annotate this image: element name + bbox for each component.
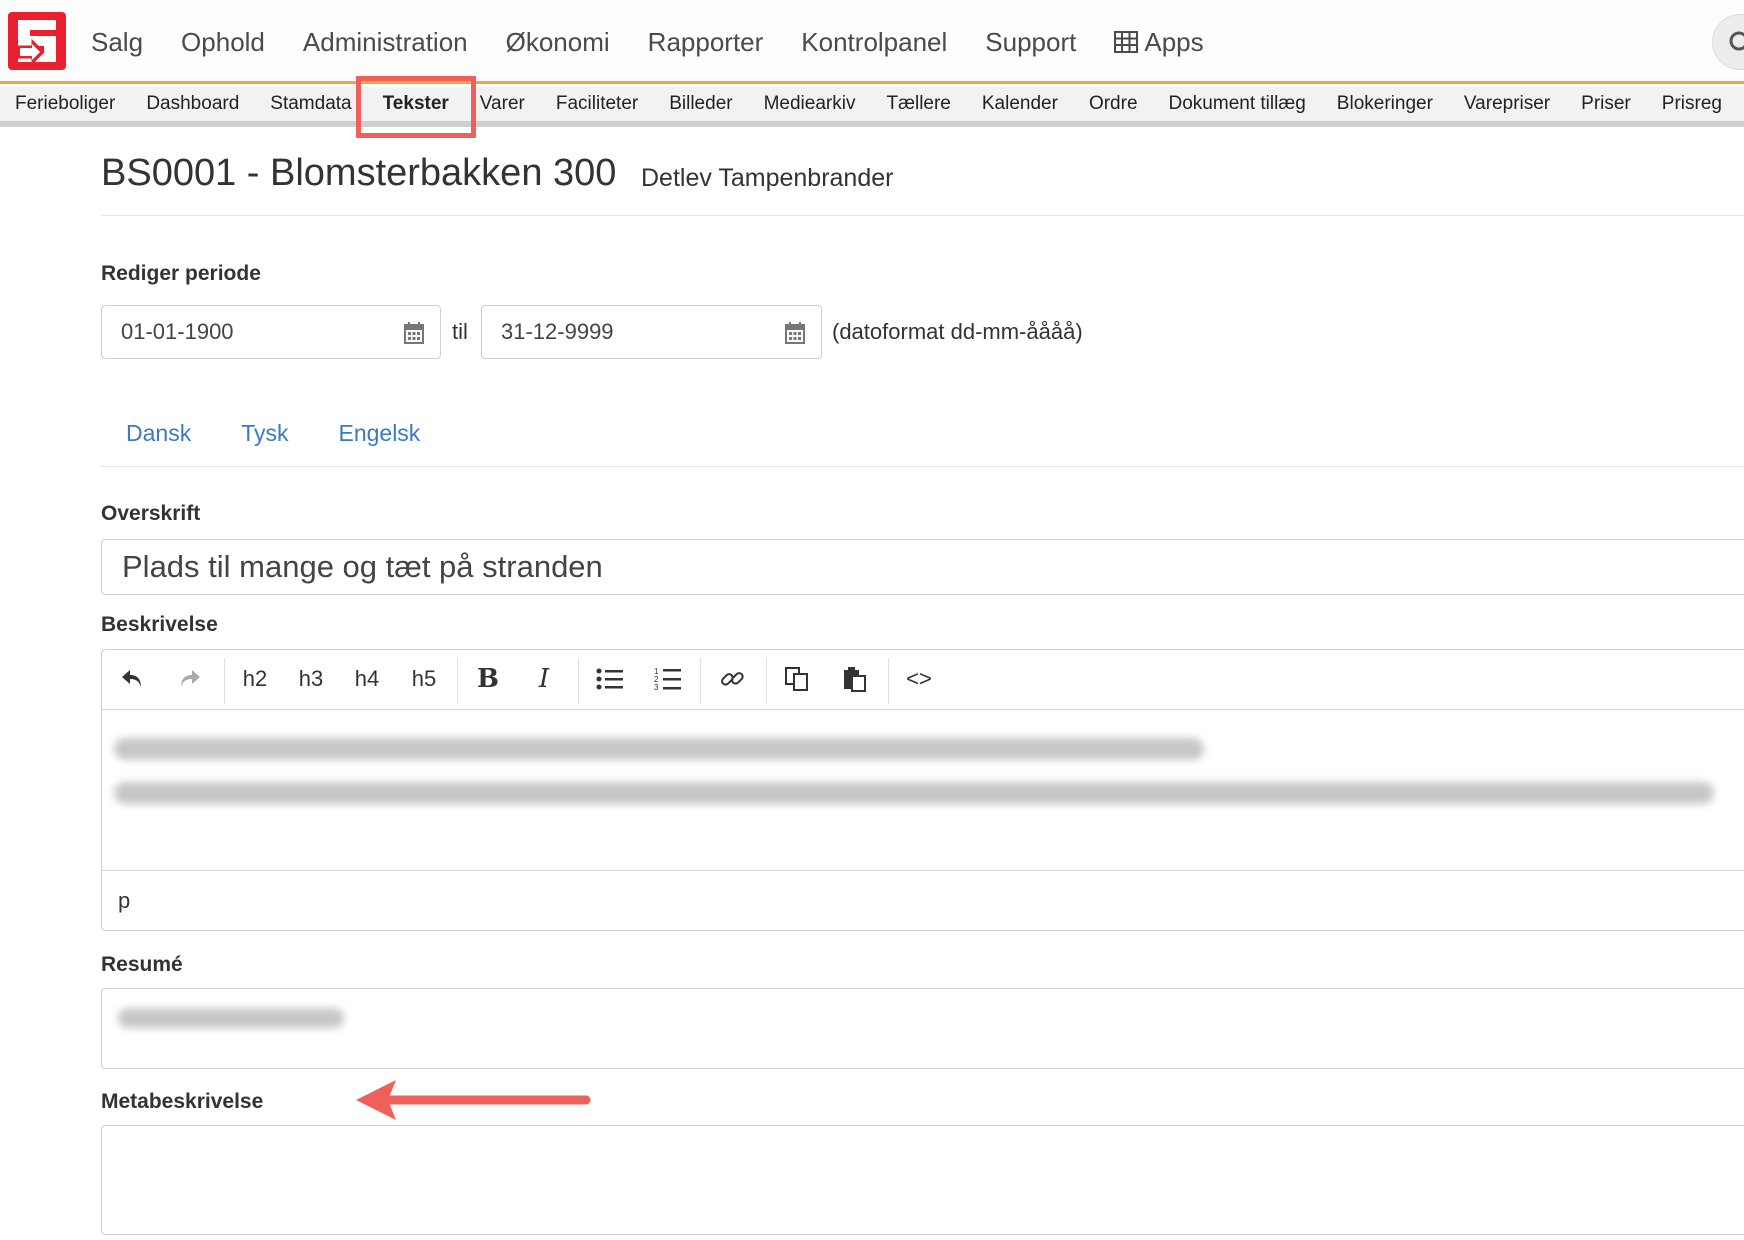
- redo-button[interactable]: [170, 664, 210, 694]
- toolbar-divider: [700, 658, 701, 704]
- numbered-list-icon: 123: [654, 667, 681, 692]
- date-from-value: 01-01-1900: [121, 319, 234, 344]
- tab-faciliteter[interactable]: Faciliteter: [541, 93, 654, 115]
- toolbar-divider: [457, 658, 458, 704]
- tab-ferieboliger[interactable]: Ferieboliger: [0, 93, 131, 115]
- tab-prisreg[interactable]: Prisreg: [1647, 93, 1738, 115]
- period-label: Rediger periode: [101, 262, 261, 285]
- h2-button[interactable]: h2: [235, 664, 275, 694]
- h5-button[interactable]: h5: [404, 664, 444, 694]
- menu-rapporter[interactable]: Rapporter: [648, 27, 764, 58]
- heading-input[interactable]: Plads til mange og tæt på stranden: [101, 539, 1744, 595]
- tab-kalender[interactable]: Kalender: [967, 93, 1074, 115]
- lang-tab-dansk[interactable]: Dansk: [101, 420, 216, 447]
- date-from-input[interactable]: 01-01-1900: [101, 305, 441, 359]
- tab-priser[interactable]: Priser: [1566, 93, 1647, 115]
- editor-toolbar: h2 h3 h4 h5 B I 123 <>: [102, 650, 1744, 710]
- summary-label: Resumé: [101, 953, 183, 976]
- top-navigation: Salg Ophold Administration Økonomi Rappo…: [0, 0, 1744, 84]
- menu-kontrolpanel[interactable]: Kontrolpanel: [801, 27, 947, 58]
- tab-taellere[interactable]: Tællere: [871, 93, 966, 115]
- tab-stamdata[interactable]: Stamdata: [255, 93, 367, 115]
- editor-content[interactable]: [102, 710, 1744, 870]
- numbered-list-button[interactable]: 123: [648, 664, 688, 694]
- tab-varer[interactable]: Varer: [465, 93, 541, 115]
- tab-billeder[interactable]: Billeder: [654, 93, 748, 115]
- tab-varepriser[interactable]: Varepriser: [1449, 93, 1566, 115]
- toolbar-divider: [578, 658, 579, 704]
- bold-button[interactable]: B: [468, 664, 508, 694]
- period-separator: til: [452, 319, 468, 344]
- meta-description-label: Metabeskrivelse: [101, 1090, 264, 1113]
- menu-administration[interactable]: Administration: [303, 27, 468, 58]
- bullet-list-icon: [596, 668, 623, 690]
- editor-status-bar: p: [102, 870, 1744, 931]
- menu-salg[interactable]: Salg: [91, 27, 143, 58]
- heading-label: Overskrift: [101, 502, 201, 525]
- meta-description-textarea[interactable]: [101, 1125, 1744, 1235]
- app-logo[interactable]: [8, 12, 66, 70]
- toolbar-divider: [888, 658, 889, 704]
- copy-button[interactable]: [777, 664, 817, 694]
- divider: [101, 215, 1744, 216]
- tab-blokeringer[interactable]: Blokeringer: [1322, 93, 1449, 115]
- toolbar-divider: [766, 658, 767, 704]
- bullet-list-button[interactable]: [590, 664, 630, 694]
- heading-value: Plads til mange og tæt på stranden: [122, 549, 603, 584]
- owner-name: Detlev Tampenbrander: [641, 164, 894, 192]
- language-tabs: Dansk Tysk Engelsk: [101, 420, 445, 447]
- blurred-text: [118, 1008, 344, 1028]
- menu-support[interactable]: Support: [985, 27, 1076, 58]
- tab-dokument-tillaeg[interactable]: Dokument tillæg: [1154, 93, 1322, 115]
- tab-dashboard[interactable]: Dashboard: [131, 93, 255, 115]
- blurred-text: [114, 738, 1204, 760]
- paste-icon: [844, 667, 866, 692]
- lang-tab-engelsk[interactable]: Engelsk: [313, 420, 445, 447]
- search-icon: [1729, 31, 1744, 51]
- toolbar-divider: [224, 658, 225, 704]
- description-editor: h2 h3 h4 h5 B I 123 <> p: [101, 649, 1744, 931]
- date-to-input[interactable]: 31-12-9999: [481, 305, 822, 359]
- menu-ophold[interactable]: Ophold: [181, 27, 265, 58]
- description-label: Beskrivelse: [101, 613, 218, 636]
- tab-mediearkiv[interactable]: Mediearkiv: [749, 93, 872, 115]
- link-button[interactable]: [712, 664, 752, 694]
- tab-tekster[interactable]: Tekster: [368, 93, 465, 115]
- paste-button[interactable]: [835, 664, 875, 694]
- h4-button[interactable]: h4: [347, 664, 387, 694]
- annotation-arrow: [356, 1080, 591, 1120]
- menu-apps[interactable]: Apps: [1114, 26, 1204, 58]
- menu-apps-label: Apps: [1144, 26, 1204, 57]
- tab-ordre[interactable]: Ordre: [1074, 93, 1154, 115]
- svg-text:3: 3: [654, 683, 659, 692]
- menu-okonomi[interactable]: Økonomi: [506, 27, 610, 58]
- date-to-value: 31-12-9999: [501, 319, 614, 344]
- grid-icon: [1114, 31, 1139, 53]
- calendar-icon[interactable]: [785, 322, 805, 344]
- italic-button[interactable]: I: [524, 664, 564, 694]
- divider: [101, 466, 1744, 467]
- sub-navigation: Ferieboliger Dashboard Stamdata Tekster …: [0, 87, 1744, 127]
- lang-tab-tysk[interactable]: Tysk: [216, 420, 313, 447]
- h3-button[interactable]: h3: [291, 664, 331, 694]
- blurred-text: [114, 782, 1714, 804]
- undo-icon: [122, 670, 141, 687]
- date-format-hint: (datoformat dd-mm-åååå): [832, 319, 1083, 344]
- link-icon: [721, 672, 744, 686]
- main-menu: Salg Ophold Administration Økonomi Rappo…: [91, 0, 1242, 84]
- search-button[interactable]: [1712, 14, 1744, 70]
- undo-button[interactable]: [112, 664, 152, 694]
- summary-textarea[interactable]: [101, 988, 1744, 1069]
- source-code-button[interactable]: <>: [899, 664, 939, 694]
- calendar-icon[interactable]: [404, 322, 424, 344]
- redo-icon: [181, 670, 200, 687]
- page-title: BS0001 - Blomsterbakken 300: [101, 152, 617, 194]
- copy-icon: [785, 667, 808, 691]
